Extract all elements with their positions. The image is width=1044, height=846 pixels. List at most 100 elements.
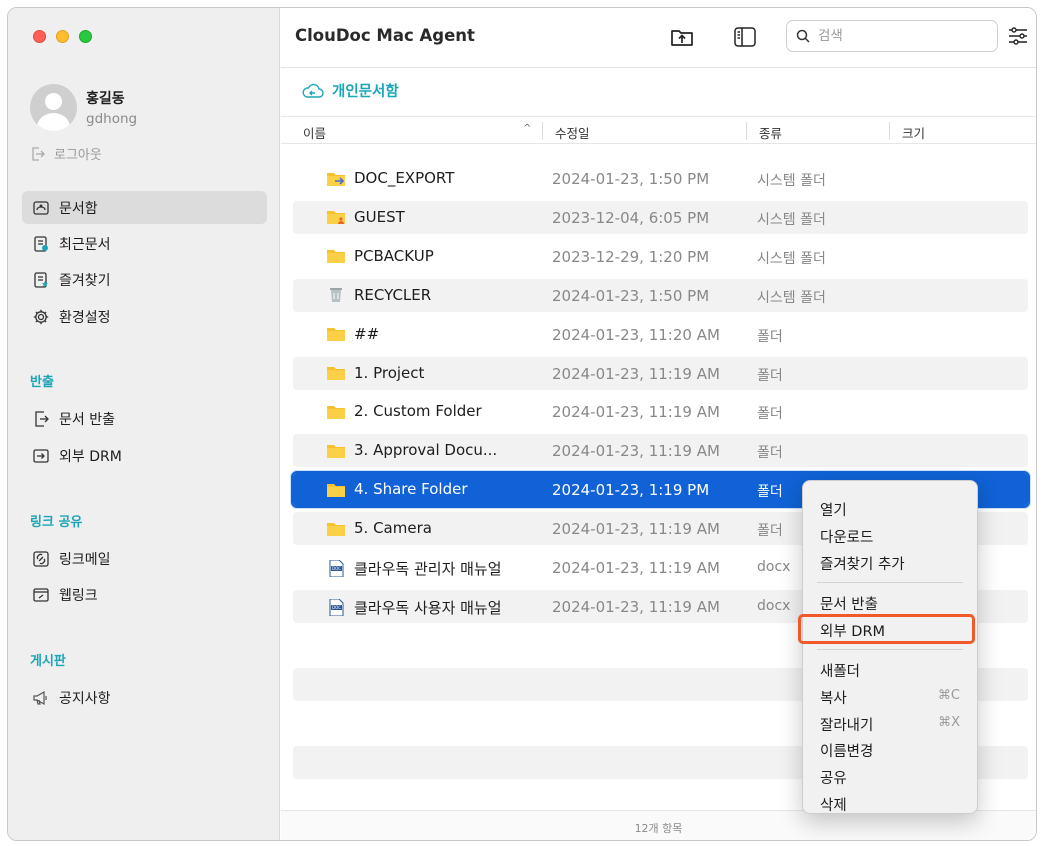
file-modified: 2024-01-23, 1:50 PM [552, 286, 710, 305]
sidebar-item-notice[interactable]: 공지사항 [22, 681, 267, 714]
sidebar-item-external-drm[interactable]: 외부 DRM [22, 439, 267, 472]
file-name-label: 클라우독 사용자 매뉴얼 [354, 598, 502, 617]
sidebar-item-settings[interactable]: 환경설정 [22, 300, 267, 333]
close-window-button[interactable] [33, 30, 46, 43]
sidebar-item-favorites[interactable]: 즐겨찾기 [22, 263, 267, 296]
sidebar-item-web-link[interactable]: 웹링크 [22, 578, 267, 611]
user-id: gdhong [86, 111, 138, 127]
column-header-size[interactable]: 크기 [902, 123, 925, 142]
file-kind: 폴더 [757, 328, 783, 345]
file-modified: 2023-12-04, 6:05 PM [552, 208, 710, 227]
file-name: 1. Project [326, 364, 424, 382]
filter-settings-icon[interactable] [1007, 25, 1029, 47]
sidebar-item-label: 환경설정 [59, 309, 111, 326]
file-modified: 2024-01-23, 11:19 AM [552, 442, 720, 461]
menu-item-document-export[interactable]: 문서 반출 [820, 593, 878, 614]
menu-item-rename[interactable]: 이름변경 [820, 740, 873, 761]
table-row[interactable]: GUEST 2023-12-04, 6:05 PM 시스템 폴더 [293, 200, 1028, 234]
file-modified: 2024-01-23, 1:19 PM [552, 481, 710, 500]
file-modified: 2024-01-23, 11:19 AM [552, 364, 720, 383]
menu-item-copy[interactable]: 복사 [820, 687, 847, 708]
breadcrumb[interactable]: 개인문서함 [301, 80, 399, 101]
table-row[interactable]: 2. Custom Folder 2024-01-23, 11:19 AM 폴더 [293, 395, 1028, 428]
folder-icon [326, 325, 346, 342]
column-header-kind[interactable]: 종류 [759, 123, 782, 142]
sidebar-toggle-icon[interactable] [732, 24, 758, 50]
sidebar-item-document-export[interactable]: 문서 반출 [22, 402, 267, 435]
file-kind: 시스템 폴더 [757, 289, 826, 306]
file-name: 2. Custom Folder [326, 402, 482, 420]
file-name: GUEST [326, 208, 405, 226]
folder-icon [326, 520, 346, 537]
recent-document-icon [34, 235, 48, 252]
table-row[interactable]: DOC_EXPORT 2024-01-23, 1:50 PM 시스템 폴더 [293, 162, 1028, 195]
app-window: 홍길동 gdhong 로그아웃 문서함 최근문서 즐겨찾기 환경설정 반출 문서… [7, 7, 1037, 841]
file-name-label: 3. Approval Docu... [354, 441, 498, 460]
folder-icon [326, 481, 346, 498]
table-row[interactable]: ## 2024-01-23, 11:20 AM 폴더 [293, 318, 1028, 351]
section-title-export: 반출 [30, 375, 54, 390]
table-row[interactable]: RECYCLER 2024-01-23, 1:50 PM 시스템 폴더 [293, 278, 1028, 312]
highlight-annotation [798, 614, 975, 644]
menu-item-add-favorite[interactable]: 즐겨찾기 추가 [820, 553, 905, 574]
megaphone-icon [33, 690, 47, 705]
menu-item-new-folder[interactable]: 새폴더 [820, 660, 860, 681]
status-bar: 12개 항목 [281, 810, 1036, 840]
file-kind: 폴더 [757, 367, 783, 384]
file-modified: 2024-01-23, 11:19 AM [552, 597, 720, 616]
user-name: 홍길동 [86, 91, 125, 107]
logout-button[interactable]: 로그아웃 [30, 144, 102, 163]
minimize-window-button[interactable] [56, 30, 69, 43]
menu-item-share[interactable]: 공유 [820, 767, 847, 788]
file-name: DOC 클라우독 사용자 매뉴얼 [326, 597, 502, 618]
file-name-label: DOC_EXPORT [354, 169, 455, 187]
menu-item-download[interactable]: 다운로드 [820, 526, 873, 547]
sidebar-item-label: 문서함 [59, 200, 98, 217]
file-name-label: 클라우독 관리자 매뉴얼 [354, 560, 502, 578]
file-kind: docx [757, 559, 791, 575]
zoom-window-button[interactable] [79, 30, 92, 43]
column-header-name[interactable]: 이름 [303, 123, 326, 142]
table-row[interactable]: 1. Project 2024-01-23, 11:19 AM 폴더 [293, 356, 1028, 390]
file-kind: 폴더 [757, 406, 783, 423]
column-header-modified[interactable]: 수정일 [555, 123, 590, 142]
logout-icon [32, 146, 45, 161]
sidebar-item-label: 문서 반출 [59, 411, 115, 428]
file-name-label: 2. Custom Folder [354, 402, 482, 421]
file-kind: docx [757, 597, 791, 614]
file-name: RECYCLER [326, 286, 431, 304]
file-kind: 폴더 [757, 523, 783, 540]
sidebar-item-document-box[interactable]: 문서함 [22, 191, 267, 224]
toolbar: ClouDoc Mac Agent [281, 8, 1036, 68]
file-name: 5. Camera [326, 519, 432, 537]
item-count: 12개 항목 [634, 822, 683, 835]
menu-item-open[interactable]: 열기 [820, 499, 847, 520]
search-input[interactable] [818, 28, 978, 44]
menu-item-cut[interactable]: 잘라내기 [820, 714, 873, 735]
search-field[interactable] [786, 20, 998, 52]
table-row[interactable]: PCBACKUP 2023-12-29, 1:20 PM 시스템 폴더 [293, 240, 1028, 273]
search-icon [796, 29, 810, 43]
file-name-label: RECYCLER [354, 285, 432, 304]
logout-label: 로그아웃 [54, 148, 102, 163]
web-link-icon [33, 587, 49, 602]
folder-icon [326, 364, 346, 381]
favorite-document-icon [34, 271, 48, 288]
sidebar-item-label: 최근문서 [59, 236, 111, 253]
sidebar-item-recent[interactable]: 최근문서 [22, 227, 267, 260]
context-menu: 열기 다운로드 즐겨찾기 추가 문서 반출 외부 DRM 새폴더 복사 ⌘C 잘… [798, 480, 978, 815]
file-kind: 시스템 폴더 [757, 173, 826, 189]
export-folder-icon [326, 170, 346, 187]
table-row[interactable]: 3. Approval Docu... 2024-01-23, 11:19 AM 폴… [293, 434, 1028, 468]
shortcut-cut: ⌘X [938, 715, 960, 730]
file-name-label: GUEST [354, 207, 405, 226]
file-name-label: 1. Project [354, 363, 425, 382]
sort-ascending-icon: ^ [523, 123, 532, 134]
file-modified: 2024-01-23, 1:50 PM [552, 170, 710, 188]
sidebar-item-link-mail[interactable]: 링크메일 [22, 542, 267, 575]
file-name: 3. Approval Docu... [326, 441, 497, 459]
menu-item-delete[interactable]: 삭제 [820, 794, 847, 815]
gear-icon [33, 309, 49, 324]
upload-icon[interactable] [669, 24, 695, 50]
folder-icon [326, 247, 346, 264]
